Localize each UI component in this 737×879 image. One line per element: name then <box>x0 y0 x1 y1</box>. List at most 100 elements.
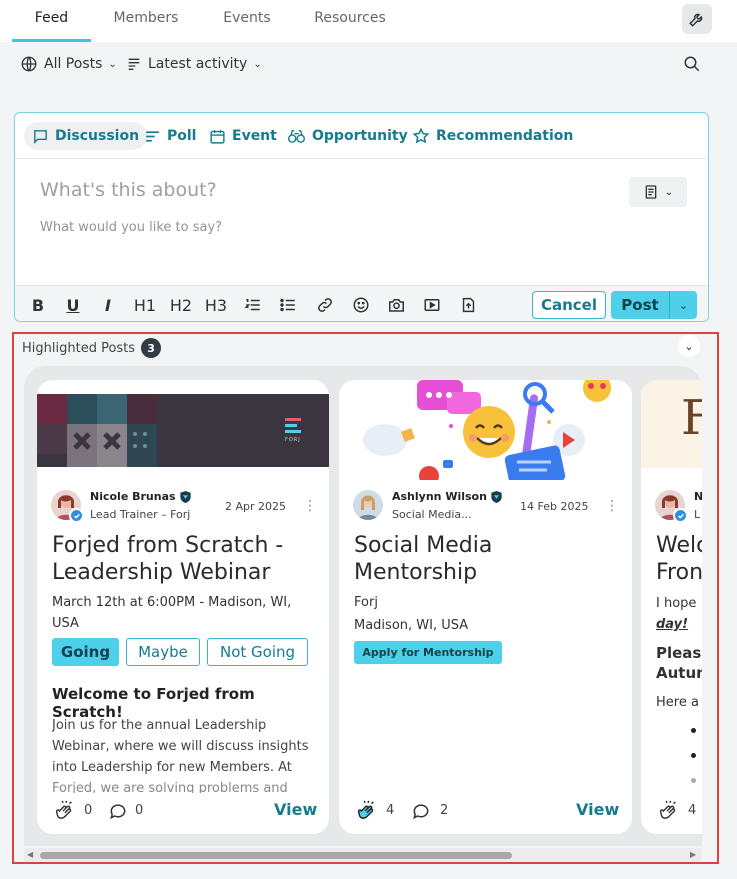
highlighted-posts-carousel[interactable]: FORJ Nicole Brunas Lead Trainer – Forj 2… <box>24 366 702 846</box>
bullet-list-button[interactable] <box>277 294 299 316</box>
banner-lettering: F <box>681 390 702 446</box>
apply-for-mentorship-button[interactable]: Apply for Mentorship <box>354 641 502 664</box>
view-post-link[interactable]: View <box>576 800 619 819</box>
post-type-opportunity[interactable]: Opportunity <box>279 122 416 150</box>
verified-badge-icon <box>69 508 84 523</box>
camera-button[interactable] <box>385 294 407 316</box>
document-icon <box>645 185 657 199</box>
tab-feed[interactable]: Feed <box>12 0 91 42</box>
opportunity-organization: Forj <box>354 595 378 610</box>
tab-resources[interactable]: Resources <box>300 0 400 42</box>
highlighted-post-card[interactable]: FORJ Nicole Brunas Lead Trainer – Forj 2… <box>37 380 329 834</box>
highlighted-post-card[interactable]: Ashlynn Wilson Social Media... 14 Feb 20… <box>339 380 632 834</box>
clap-button[interactable] <box>53 800 75 826</box>
avatar[interactable] <box>353 490 383 520</box>
sort-dropdown[interactable]: Latest activity ⌄ <box>126 52 262 76</box>
heading2-button[interactable]: H2 <box>167 294 195 316</box>
rsvp-maybe-button[interactable]: Maybe <box>126 638 200 666</box>
post-composer: Discussion Poll Event Opportunity Recomm… <box>14 112 709 322</box>
subject-input[interactable]: What's this about? <box>40 179 217 201</box>
formatting-toolbar: B U I H1 H2 H3 Cancel Post ⌄ <box>15 285 708 321</box>
video-play-icon <box>424 299 440 311</box>
active-tab-indicator <box>12 39 91 42</box>
post-banner-image: F <box>641 380 702 468</box>
post-button[interactable]: Post <box>611 291 669 319</box>
numbered-list-button[interactable] <box>242 294 264 316</box>
author-name[interactable]: Ashlynn Wilson <box>392 490 502 503</box>
more-options-icon[interactable]: ⋮ <box>605 498 619 514</box>
sort-label: Latest activity <box>148 56 248 72</box>
smiley-icon <box>353 297 369 313</box>
comment-button[interactable] <box>411 801 431 825</box>
post-type-label: Poll <box>167 128 197 144</box>
post-title[interactable]: Forjed from Scratch - Leadership Webinar <box>52 532 329 586</box>
event-datetime-location: March 12th at 6:00PM - Madison, WI, <box>52 595 292 610</box>
author-role: L <box>694 508 701 521</box>
author-role: Social Media... <box>392 508 472 521</box>
comment-count: 0 <box>135 803 144 818</box>
scrollbar-thumb[interactable] <box>40 852 512 859</box>
event-location-country: USA <box>52 616 79 631</box>
clap-button[interactable] <box>657 800 679 826</box>
highlighted-post-card[interactable]: F N L Welc Fron I hope day! Please Autun… <box>641 380 702 834</box>
collapse-highlighted-button[interactable]: ⌄ <box>678 335 700 357</box>
scroll-right-arrow-icon[interactable]: ▶ <box>690 850 696 859</box>
highlighted-posts-header: Highlighted Posts 3 <box>22 338 162 358</box>
post-type-discussion[interactable]: Discussion <box>24 122 148 150</box>
template-dropdown-button[interactable]: ⌄ <box>629 177 687 207</box>
calendar-icon <box>210 129 225 144</box>
post-type-poll[interactable]: Poll <box>136 122 204 150</box>
emoji-button[interactable] <box>350 294 372 316</box>
bold-button[interactable]: B <box>29 294 47 316</box>
highlighted-count-badge: 3 <box>141 338 162 358</box>
author-name[interactable]: Nicole Brunas <box>90 490 191 503</box>
italic-button[interactable]: I <box>99 294 117 316</box>
clap-count: 0 <box>84 803 93 818</box>
clap-button[interactable] <box>355 800 377 826</box>
comment-button[interactable] <box>108 801 128 825</box>
posts-filter-dropdown[interactable]: All Posts ⌄ <box>20 52 117 76</box>
scroll-left-arrow-icon[interactable]: ◀ <box>27 850 33 859</box>
video-button[interactable] <box>421 294 443 316</box>
settings-wrench-button[interactable] <box>682 4 712 34</box>
rsvp-going-button[interactable]: Going <box>52 638 119 666</box>
cancel-button[interactable]: Cancel <box>532 291 606 319</box>
clap-count: 4 <box>688 803 697 818</box>
search-button[interactable] <box>678 50 706 78</box>
post-type-recommendation[interactable]: Recommendation <box>404 122 581 150</box>
post-button-group: Post ⌄ <box>611 291 697 319</box>
list-bullet <box>691 753 696 758</box>
chevron-down-icon: ⌄ <box>678 298 689 312</box>
forj-logo: FORJ <box>285 418 307 444</box>
list-bullet <box>691 728 696 733</box>
more-options-icon[interactable]: ⋮ <box>303 498 317 514</box>
file-upload-icon <box>462 297 474 313</box>
carousel-scrollbar[interactable]: ◀ ▶ <box>24 848 702 862</box>
post-options-button[interactable]: ⌄ <box>669 291 697 319</box>
heading1-button[interactable]: H1 <box>131 294 159 316</box>
tab-members[interactable]: Members <box>100 0 192 42</box>
italic-icon: I <box>105 295 111 315</box>
tab-events[interactable]: Events <box>205 0 289 42</box>
shield-icon <box>491 490 502 503</box>
post-type-event[interactable]: Event <box>201 122 285 150</box>
author-name[interactable]: N <box>694 490 702 503</box>
rsvp-not-going-button[interactable]: Not Going <box>207 638 308 666</box>
body-input[interactable]: What would you like to say? <box>40 220 222 235</box>
post-title[interactable]: Social Media Mentorship <box>354 532 554 586</box>
star-icon <box>412 127 430 144</box>
upload-file-button[interactable] <box>457 294 479 316</box>
link-button[interactable] <box>314 294 336 316</box>
post-text-heading: Please <box>656 644 702 662</box>
clap-icon <box>659 800 676 819</box>
post-title[interactable]: Welc Fron <box>656 532 702 586</box>
bullet-list-icon <box>280 298 295 312</box>
comment-icon <box>110 804 126 820</box>
post-excerpt: Join us for the annual Leadership Webina… <box>52 718 309 793</box>
heading3-button[interactable]: H3 <box>202 294 230 316</box>
link-icon <box>318 298 332 312</box>
post-author: N L <box>655 490 702 526</box>
underline-button[interactable]: U <box>64 294 82 316</box>
shield-icon <box>179 490 191 503</box>
view-post-link[interactable]: View <box>274 800 317 819</box>
